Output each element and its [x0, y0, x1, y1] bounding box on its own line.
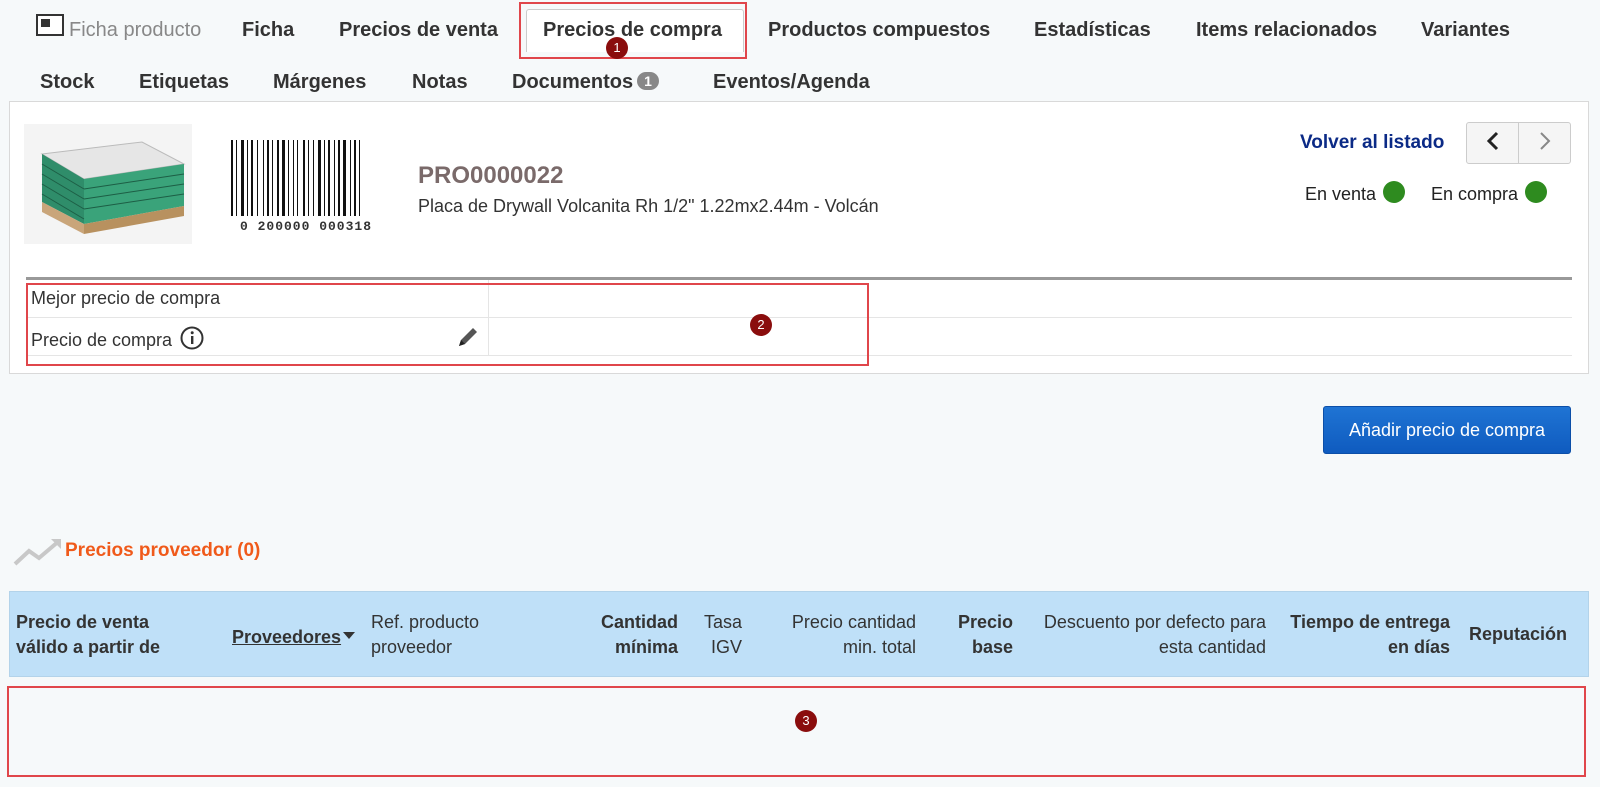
status-en-venta: En venta — [1305, 180, 1406, 205]
supplier-prices-title: Precios proveedor (0) — [65, 540, 261, 561]
tab-documentos-label: Documentos — [512, 71, 634, 93]
col-proveedores[interactable]: Proveedores — [232, 622, 356, 650]
supplier-prices-table-header: Precio de venta válido a partir de Provee… — [9, 591, 1589, 677]
tab-notas[interactable]: Notas — [412, 71, 468, 94]
trend-chart-icon — [13, 537, 63, 572]
product-label: Placa de Drywall Volcanita Rh 1/2" 1.22m… — [418, 196, 879, 216]
chevron-left-icon — [1486, 131, 1500, 156]
highlight-box-1 — [519, 2, 747, 59]
tab-variantes[interactable]: Variantes — [1421, 19, 1510, 42]
product-image — [24, 124, 192, 244]
tab-eventos-agenda[interactable]: Eventos/Agenda — [713, 71, 870, 94]
status-en-compra-label: En compra — [1431, 184, 1519, 204]
step-marker-3: 3 — [795, 710, 817, 732]
product-card-icon — [36, 14, 64, 41]
step-marker-2: 2 — [750, 314, 772, 336]
tab-ficha[interactable]: Ficha — [242, 19, 294, 42]
col-descuento-defecto[interactable]: Descuento por defecto para esta cantidad — [1044, 610, 1266, 660]
col-ref-producto-proveedor[interactable]: Ref. producto proveedor — [371, 610, 479, 660]
next-record-button[interactable] — [1518, 123, 1570, 163]
tab-etiquetas[interactable]: Etiquetas — [139, 71, 229, 94]
highlight-box-2 — [26, 283, 869, 366]
tab-precios-venta[interactable]: Precios de venta — [339, 19, 498, 42]
previous-record-button[interactable] — [1467, 123, 1518, 163]
tab-ficha-producto[interactable]: Ficha producto — [69, 19, 201, 42]
col-tasa-igv[interactable]: Tasa IGV — [704, 610, 742, 660]
tab-estadisticas[interactable]: Estadísticas — [1034, 19, 1151, 42]
tab-margenes[interactable]: Márgenes — [273, 71, 366, 94]
tab-productos-compuestos[interactable]: Productos compuestos — [768, 19, 990, 42]
product-barcode: 0 200000 000318 — [227, 140, 385, 234]
product-ref: PRO0000022 — [418, 162, 564, 189]
status-on-sale-dot — [1383, 180, 1406, 203]
tab-documentos[interactable]: Documentos 1 — [512, 71, 659, 94]
col-reputacion[interactable]: Reputación — [1469, 622, 1567, 647]
back-to-list-link[interactable]: Volver al listado — [1300, 132, 1444, 154]
col-precio-venta-valido[interactable]: Precio de venta válido a partir de — [16, 610, 160, 660]
status-on-purchase-dot — [1525, 180, 1548, 203]
step-marker-1: 1 — [606, 37, 628, 59]
add-purchase-price-button[interactable]: Añadir precio de compra — [1323, 406, 1571, 454]
status-en-venta-label: En venta — [1305, 184, 1377, 204]
status-en-compra: En compra — [1431, 180, 1548, 205]
documentos-count-badge: 1 — [637, 72, 659, 90]
record-nav-buttons — [1466, 122, 1571, 164]
tab-items-relacionados[interactable]: Items relacionados — [1196, 19, 1377, 42]
barcode-text: 0 200000 000318 — [239, 219, 373, 234]
highlight-box-3 — [7, 686, 1586, 777]
sort-caret-icon — [343, 622, 356, 647]
col-precio-cantidad-min-total[interactable]: Precio cantidad min. total — [792, 610, 916, 660]
tab-stock[interactable]: Stock — [40, 71, 94, 94]
col-cantidad-minima[interactable]: Cantidad mínima — [601, 610, 678, 660]
col-precio-base[interactable]: Precio base — [958, 610, 1013, 660]
chevron-right-icon — [1538, 131, 1552, 156]
col-tiempo-entrega[interactable]: Tiempo de entrega en días — [1290, 610, 1450, 660]
